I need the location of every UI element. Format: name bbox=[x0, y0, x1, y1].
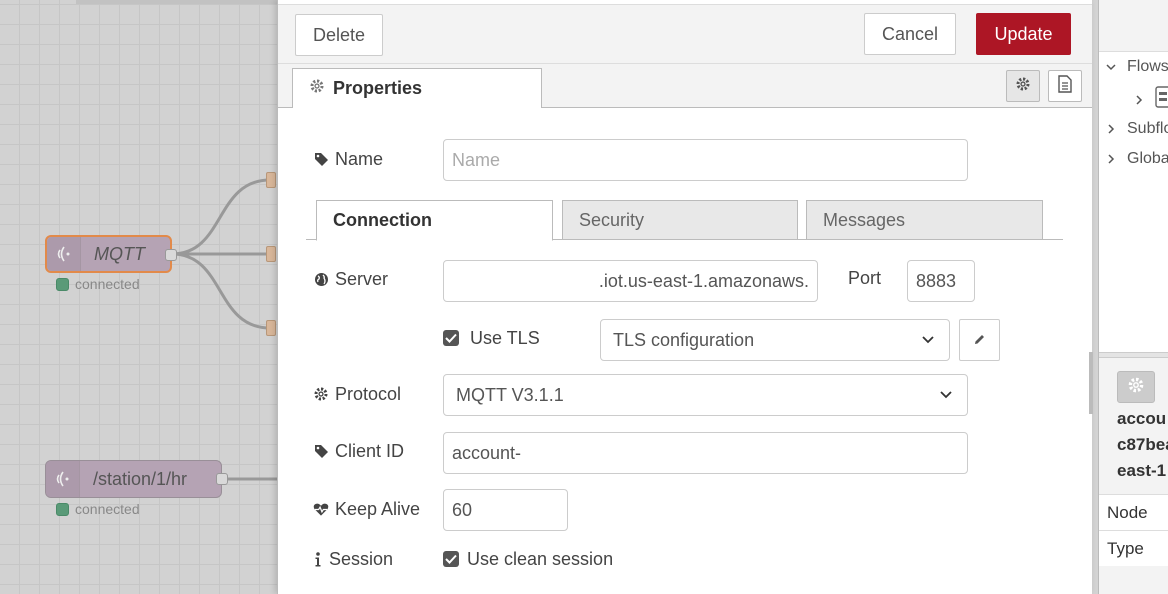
downstream-node-stub[interactable] bbox=[266, 246, 276, 262]
tls-config-select[interactable]: TLS configuration bbox=[600, 319, 950, 361]
cancel-button[interactable]: Cancel bbox=[864, 13, 956, 55]
node-label: /station/1/hr bbox=[93, 468, 188, 489]
tray-tabstrip: Properties bbox=[278, 64, 1092, 108]
gear-icon bbox=[313, 386, 329, 402]
name-input[interactable]: Name bbox=[443, 139, 968, 181]
client-id-label: Client ID bbox=[313, 439, 404, 463]
node-config-button[interactable] bbox=[1117, 371, 1155, 403]
description-tab-button[interactable] bbox=[1048, 70, 1082, 102]
sidebar-item-global[interactable]: Globa bbox=[1105, 150, 1168, 168]
chevron-right-icon bbox=[1133, 94, 1145, 105]
tab-security[interactable]: Security bbox=[562, 200, 798, 240]
info-panel: accou c87bea east-1 Node Type bbox=[1099, 358, 1168, 594]
downstream-node-stub[interactable] bbox=[266, 172, 276, 188]
protocol-label: Protocol bbox=[313, 382, 401, 406]
tls-config-value: TLS configuration bbox=[613, 329, 755, 350]
node-status: connected bbox=[56, 276, 140, 292]
info-row-node: Node bbox=[1099, 494, 1168, 530]
name-label: Name bbox=[313, 147, 383, 171]
protocol-select[interactable]: MQTT V3.1.1 bbox=[443, 374, 968, 416]
tab-properties-label: Properties bbox=[333, 78, 423, 98]
sidebar-header bbox=[1099, 0, 1168, 52]
connection-subtabs: Connection Security Messages bbox=[306, 200, 1063, 241]
update-button[interactable]: Update bbox=[976, 13, 1071, 55]
gear-icon bbox=[1015, 76, 1031, 97]
status-dot-icon bbox=[56, 277, 69, 291]
sidebar-item-flow[interactable] bbox=[1133, 86, 1168, 113]
session-label: Session bbox=[313, 547, 393, 571]
keep-alive-input[interactable]: 60 bbox=[443, 489, 568, 531]
use-tls-label: Use TLS bbox=[470, 328, 540, 348]
status-text: connected bbox=[75, 276, 140, 292]
server-label: Server bbox=[313, 267, 388, 291]
edit-tray: Delete Cancel Update Properties Name Nam… bbox=[277, 0, 1092, 594]
wifi-waves-icon bbox=[46, 461, 80, 497]
clean-session-checkbox[interactable] bbox=[443, 551, 459, 567]
info-name-line: c87bea bbox=[1117, 435, 1168, 454]
clean-session-label: Use clean session bbox=[467, 549, 614, 569]
gear-icon bbox=[309, 78, 325, 99]
wifi-waves-icon bbox=[47, 237, 81, 271]
info-name-line: accou bbox=[1117, 409, 1167, 428]
sidebar-item-flows[interactable]: Flows bbox=[1105, 58, 1168, 76]
tab-properties[interactable]: Properties bbox=[292, 68, 542, 108]
tab-messages[interactable]: Messages bbox=[806, 200, 1043, 240]
settings-tab-button[interactable] bbox=[1006, 70, 1040, 102]
server-input[interactable]: .iot.us-east-1.amazonaws. bbox=[443, 260, 818, 302]
use-tls-checkbox[interactable] bbox=[443, 330, 459, 346]
chevron-down-icon bbox=[919, 331, 937, 349]
globe-icon bbox=[313, 272, 329, 287]
port-label: Port bbox=[848, 268, 882, 288]
port-input[interactable]: 8883 bbox=[907, 260, 975, 302]
tag-icon bbox=[313, 152, 329, 167]
chevron-right-icon bbox=[1105, 124, 1117, 134]
flow-wires bbox=[171, 178, 290, 481]
flow-icon bbox=[1155, 86, 1168, 113]
info-row-type: Type bbox=[1099, 530, 1168, 566]
edit-tls-config-button[interactable] bbox=[959, 319, 1000, 361]
status-text: connected bbox=[75, 501, 140, 517]
info-icon bbox=[313, 551, 323, 567]
mqtt-in-node[interactable]: /station/1/hr bbox=[45, 460, 228, 498]
tag-icon bbox=[313, 444, 329, 459]
document-icon bbox=[1058, 74, 1072, 98]
output-port[interactable] bbox=[216, 473, 228, 485]
tray-toolbar: Delete Cancel Update bbox=[278, 4, 1092, 64]
delete-button[interactable]: Delete bbox=[295, 14, 383, 56]
sidebar-item-subflows[interactable]: Subflo bbox=[1105, 120, 1168, 138]
node-status: connected bbox=[56, 501, 140, 517]
downstream-node-stub[interactable] bbox=[266, 320, 276, 336]
protocol-value: MQTT V3.1.1 bbox=[456, 384, 564, 405]
chevron-down-icon bbox=[937, 386, 955, 404]
tab-connection[interactable]: Connection bbox=[316, 200, 553, 241]
gear-icon bbox=[1127, 376, 1145, 399]
chevron-right-icon bbox=[1105, 154, 1117, 164]
wire bbox=[171, 252, 271, 330]
heartbeat-icon bbox=[313, 502, 329, 517]
sidebar-resize-handle[interactable] bbox=[1089, 352, 1093, 414]
pencil-icon bbox=[973, 330, 986, 351]
keep-alive-label: Keep Alive bbox=[313, 497, 420, 521]
output-port[interactable] bbox=[165, 249, 177, 261]
node-label: MQTT bbox=[94, 243, 145, 264]
flow-canvas[interactable]: MQTT connected /station/1/hr connected bbox=[0, 0, 290, 594]
right-sidebar: Flows Subflo Globa accou c87bea east-1 N… bbox=[1098, 0, 1168, 594]
mqtt-in-node[interactable]: MQTT bbox=[45, 235, 177, 273]
wire bbox=[171, 178, 271, 256]
info-name-line: east-1 bbox=[1117, 461, 1167, 480]
chevron-down-icon bbox=[1105, 63, 1117, 71]
client-id-input[interactable]: account- bbox=[443, 432, 968, 474]
status-dot-icon bbox=[56, 502, 69, 516]
